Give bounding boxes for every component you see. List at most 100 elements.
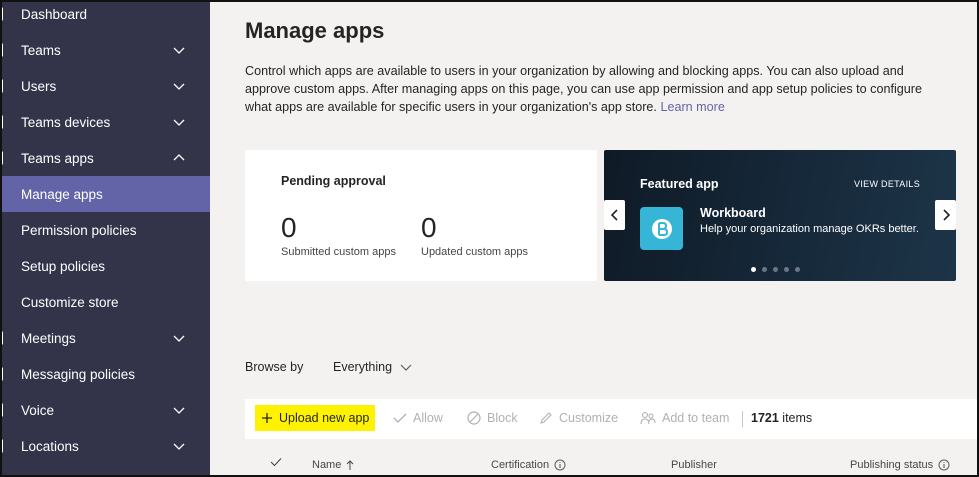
- pencil-icon: [540, 412, 552, 424]
- sidebar-item-permission-policies[interactable]: Permission policies: [0, 212, 210, 248]
- chevron-down-icon: [173, 335, 185, 342]
- customize-label: Customize: [559, 411, 619, 425]
- info-icon[interactable]: [554, 459, 566, 471]
- column-publisher-label: Publisher: [671, 459, 717, 471]
- sidebar-item-label: Setup policies: [21, 258, 106, 274]
- nav-marker: [0, 115, 3, 129]
- sidebar-item-voice[interactable]: Voice: [0, 392, 210, 428]
- column-header-publisher[interactable]: Publisher: [671, 459, 717, 471]
- add-to-team-label: Add to team: [662, 411, 730, 425]
- sidebar-item-label: Customize store: [21, 294, 119, 310]
- learn-more-link[interactable]: Learn more: [660, 100, 724, 114]
- customize-button[interactable]: Customize: [539, 411, 618, 425]
- carousel-dot-1[interactable]: [751, 267, 756, 272]
- featured-app-card: Featured app VIEW DETAILS Workboard Help…: [604, 150, 956, 281]
- sidebar-item-meetings[interactable]: Meetings: [0, 320, 210, 356]
- sidebar-item-manage-apps[interactable]: Manage apps: [0, 176, 210, 212]
- block-button[interactable]: Block: [467, 411, 518, 425]
- chevron-down-icon: [173, 443, 185, 450]
- sidebar-item-label: Voice: [21, 402, 55, 418]
- allow-button[interactable]: Allow: [393, 411, 443, 425]
- sidebar-item-label: Teams devices: [21, 114, 111, 130]
- chevron-down-icon: [173, 407, 185, 414]
- sidebar-item-label: Teams: [21, 42, 61, 58]
- browse-by-dropdown[interactable]: Everything: [333, 360, 412, 374]
- view-details-link[interactable]: VIEW DETAILS: [854, 179, 920, 189]
- sidebar-item-label: Messaging policies: [21, 366, 136, 382]
- allow-label: Allow: [413, 411, 443, 425]
- column-header-name[interactable]: Name: [312, 459, 354, 471]
- nav-marker: [0, 79, 3, 93]
- sidebar-item-messaging-policies[interactable]: Messaging policies: [0, 356, 210, 392]
- upload-new-app-label: Upload new app: [279, 411, 370, 425]
- nav-marker: [0, 439, 3, 453]
- sidebar-item-label: Permission policies: [21, 222, 137, 238]
- nav-marker: [0, 7, 3, 21]
- sidebar-item-teams-devices[interactable]: Teams devices: [0, 104, 210, 140]
- chevron-left-icon: [610, 209, 618, 221]
- chevron-down-icon: [173, 83, 185, 90]
- carousel-dot-5[interactable]: [795, 267, 800, 272]
- column-certification-label: Certification: [491, 459, 550, 471]
- sidebar-item-label: Dashboard: [21, 6, 88, 22]
- upload-new-app-button[interactable]: Upload new app: [255, 405, 376, 431]
- carousel-dot-4[interactable]: [784, 267, 789, 272]
- sidebar-item-label: Teams apps: [21, 150, 94, 166]
- submitted-count: 0: [281, 212, 297, 243]
- item-count-number: 1721: [751, 411, 779, 425]
- submitted-custom-apps-stat[interactable]: 0 Submitted custom apps: [281, 212, 396, 258]
- sidebar-item-customize-store[interactable]: Customize store: [0, 284, 210, 320]
- carousel-dot-2[interactable]: [762, 267, 767, 272]
- sidebar-item-label: Meetings: [21, 330, 76, 346]
- sidebar-item-label: Users: [21, 78, 57, 94]
- column-publishing-status-label: Publishing status: [850, 459, 934, 471]
- featured-app-name[interactable]: Workboard: [700, 206, 766, 220]
- sidebar-item-dashboard[interactable]: Dashboard: [0, 0, 210, 32]
- chevron-up-icon: [173, 154, 185, 161]
- sort-ascending-icon: [346, 459, 354, 470]
- column-name-label: Name: [312, 459, 342, 471]
- page-description: Control which apps are available to user…: [245, 62, 945, 116]
- pending-approval-title: Pending approval: [281, 174, 386, 188]
- browse-by-label: Browse by: [245, 360, 304, 374]
- select-all-checkmark-icon[interactable]: [270, 457, 282, 467]
- workboard-app-icon[interactable]: [640, 207, 683, 250]
- add-to-team-button[interactable]: Add to team: [640, 411, 729, 425]
- chevron-right-icon: [942, 209, 950, 221]
- chevron-down-icon: [400, 364, 412, 371]
- column-header-certification[interactable]: Certification: [491, 459, 566, 471]
- item-count-suffix: items: [782, 411, 813, 425]
- updated-custom-apps-stat[interactable]: 0 Updated custom apps: [421, 212, 528, 258]
- item-count: 1721 items: [751, 411, 812, 425]
- description-text: Control which apps are available to user…: [245, 64, 922, 114]
- plus-icon: [262, 413, 272, 423]
- sidebar-item-label: Locations: [21, 438, 79, 454]
- submitted-label: Submitted custom apps: [281, 246, 396, 258]
- carousel-dot-3[interactable]: [773, 267, 778, 272]
- sidebar-item-setup-policies[interactable]: Setup policies: [0, 248, 210, 284]
- page-title: Manage apps: [245, 18, 385, 43]
- workboard-logo-icon: [651, 218, 672, 239]
- column-header-publishing-status[interactable]: Publishing status: [850, 459, 950, 471]
- sidebar-item-locations[interactable]: Locations: [0, 428, 210, 464]
- sidebar-item-teams-apps[interactable]: Teams apps: [0, 140, 210, 176]
- featured-app-title: Featured app: [640, 177, 719, 191]
- carousel-next-button[interactable]: [935, 200, 956, 230]
- sidebar-item-users[interactable]: Users: [0, 68, 210, 104]
- main-content: Manage apps Control which apps are avail…: [210, 0, 979, 477]
- updated-count: 0: [421, 212, 437, 243]
- block-label: Block: [487, 411, 518, 425]
- carousel-dots: [751, 267, 800, 272]
- toolbar-divider: [742, 411, 743, 427]
- pending-approval-card: Pending approval 0 Submitted custom apps…: [245, 150, 597, 281]
- updated-label: Updated custom apps: [421, 246, 529, 258]
- block-icon: [467, 411, 481, 425]
- chevron-down-icon: [173, 119, 185, 126]
- info-icon[interactable]: [938, 459, 950, 471]
- sidebar-item-teams[interactable]: Teams: [0, 32, 210, 68]
- apps-toolbar: Upload new app Allow Block Customize Add…: [245, 399, 979, 439]
- nav-marker: [0, 151, 3, 165]
- carousel-prev-button[interactable]: [604, 200, 625, 230]
- chevron-down-icon: [173, 47, 185, 54]
- browse-by-value: Everything: [333, 360, 393, 374]
